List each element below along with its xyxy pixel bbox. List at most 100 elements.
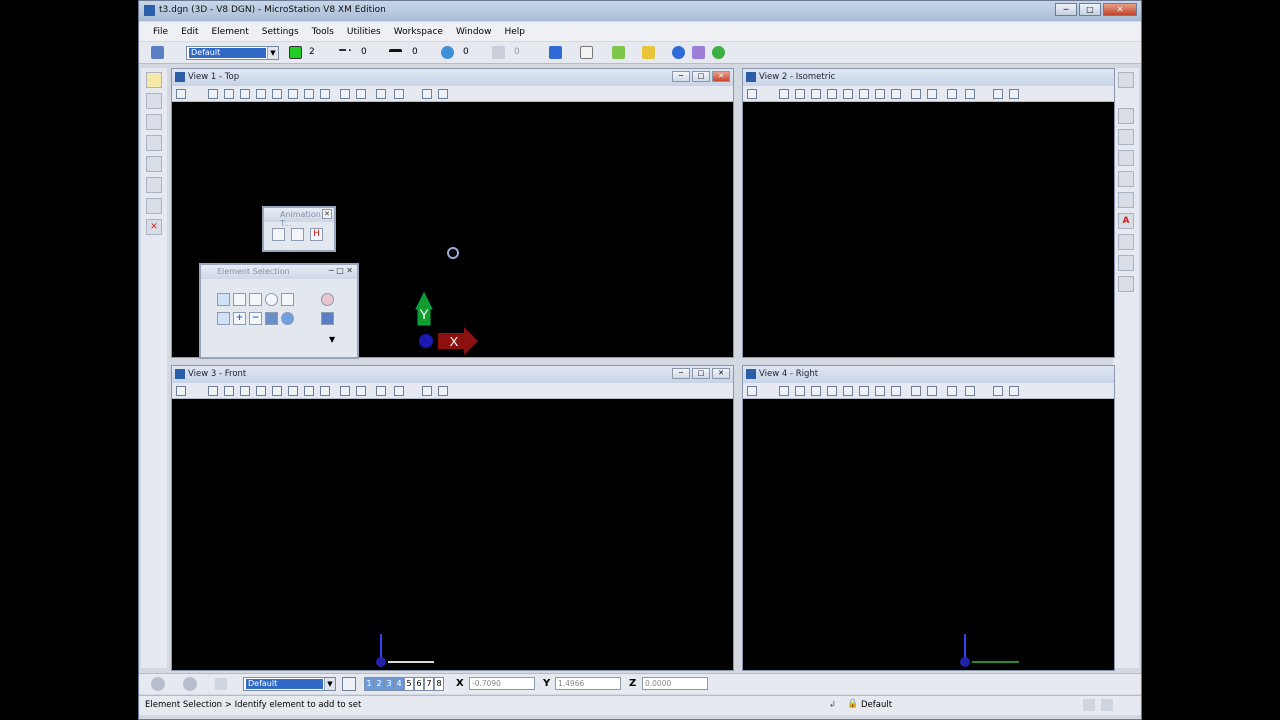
window-area-icon[interactable] <box>827 386 837 396</box>
minimize-button[interactable]: ─ <box>1055 3 1077 16</box>
camera-icon[interactable] <box>993 89 1003 99</box>
clip-volume-icon[interactable] <box>376 386 386 396</box>
dialog-window-controls[interactable]: ─ □ ✕ <box>329 266 353 275</box>
text-tool-icon[interactable]: A <box>1118 213 1134 229</box>
pan-view-icon[interactable] <box>304 386 314 396</box>
animation-record-icon[interactable]: H <box>310 228 323 241</box>
view-toggle-4[interactable]: 4 <box>394 677 404 691</box>
render-icon[interactable] <box>438 89 448 99</box>
view-attributes-icon[interactable] <box>176 386 186 396</box>
design-file-icon[interactable] <box>1083 699 1095 711</box>
render-icon[interactable] <box>1009 386 1019 396</box>
window-area-icon[interactable] <box>256 386 266 396</box>
fence-tool-icon[interactable] <box>146 93 162 109</box>
back-icon[interactable] <box>151 677 165 691</box>
view-2-isometric[interactable]: View 2 - Isometric <box>742 68 1115 358</box>
clip-volume-icon[interactable] <box>376 89 386 99</box>
view-close-button[interactable]: ✕ <box>712 71 730 82</box>
animation-producer-icon[interactable] <box>272 228 285 241</box>
z-coord-input[interactable]: 0.0000 <box>642 677 708 690</box>
clear-selection-icon[interactable] <box>321 293 334 306</box>
zoom-out-icon[interactable] <box>811 89 821 99</box>
block-select-icon[interactable] <box>233 293 246 306</box>
camera-icon[interactable] <box>422 386 432 396</box>
transparency-icon[interactable] <box>441 46 454 59</box>
copy-view-icon[interactable] <box>927 89 937 99</box>
x-coord-input[interactable]: -0.7090 <box>469 677 535 690</box>
drawing-task-icon[interactable] <box>1118 129 1134 145</box>
drawing-icon[interactable] <box>215 678 227 690</box>
rotate-view-icon[interactable] <box>859 386 869 396</box>
view-next-icon[interactable] <box>911 89 921 99</box>
view-4-right[interactable]: View 4 - Right <box>742 365 1115 671</box>
view-toggle-5[interactable]: 5 <box>404 677 414 691</box>
view-toggle-6[interactable]: 6 <box>414 677 424 691</box>
display-style-icon[interactable] <box>965 89 975 99</box>
clip-volume-icon[interactable] <box>947 386 957 396</box>
arc-tool-icon[interactable] <box>146 177 162 193</box>
line-select-icon[interactable] <box>281 293 294 306</box>
task-navigation-icon[interactable] <box>1118 72 1134 88</box>
menu-file[interactable]: File <box>153 27 168 37</box>
polygon-tool-icon[interactable] <box>146 135 162 151</box>
view-canvas[interactable] <box>743 103 1114 357</box>
animation-actor-icon[interactable] <box>291 228 304 241</box>
display-style-icon[interactable] <box>394 386 404 396</box>
copy-view-icon[interactable] <box>927 386 937 396</box>
zoom-in-icon[interactable] <box>795 386 805 396</box>
menu-window[interactable]: Window <box>456 27 492 37</box>
level-manager-icon[interactable] <box>151 46 164 59</box>
element-selection-dialog[interactable]: Element Selection ─ □ ✕ + − ▼ <box>199 263 359 359</box>
view-previous-icon[interactable] <box>891 89 901 99</box>
view-minimize-button[interactable]: ─ <box>672 71 690 82</box>
view-next-icon[interactable] <box>340 89 350 99</box>
view-attributes-icon[interactable] <box>747 89 757 99</box>
menu-settings[interactable]: Settings <box>262 27 299 37</box>
fit-view-icon[interactable] <box>272 386 282 396</box>
line-tool-icon[interactable] <box>146 114 162 130</box>
copy-view-icon[interactable] <box>356 89 366 99</box>
view-groups-icon[interactable] <box>342 677 356 691</box>
delete-tool-icon[interactable]: ✕ <box>146 219 162 235</box>
zoom-out-icon[interactable] <box>811 386 821 396</box>
close-button[interactable]: ✕ <box>1103 3 1137 16</box>
priority-icon[interactable] <box>492 46 505 59</box>
document-icon[interactable] <box>580 46 593 59</box>
view-previous-icon[interactable] <box>320 386 330 396</box>
rotate-view-icon[interactable] <box>288 386 298 396</box>
y-coord-input[interactable]: 1.4966 <box>555 677 621 690</box>
select-all-icon[interactable] <box>321 312 334 325</box>
view-minimize-button[interactable]: ─ <box>672 368 690 379</box>
circle-select-icon[interactable] <box>265 293 278 306</box>
dimension-task-icon[interactable] <box>1118 192 1134 208</box>
view-maximize-button[interactable]: □ <box>692 71 710 82</box>
color-swatch-icon[interactable] <box>289 46 302 59</box>
fit-view-icon[interactable] <box>272 89 282 99</box>
zoom-out-icon[interactable] <box>240 386 250 396</box>
view-maximize-button[interactable]: □ <box>692 368 710 379</box>
animation-toolbox[interactable]: Animation T... ✕ H <box>262 206 336 252</box>
new-mode-icon[interactable] <box>217 312 230 325</box>
zoom-out-icon[interactable] <box>240 89 250 99</box>
chevron-down-icon[interactable]: ▼ <box>267 47 278 59</box>
line-style-icon[interactable] <box>338 49 351 57</box>
fit-view-icon[interactable] <box>843 89 853 99</box>
pan-view-icon[interactable] <box>875 386 885 396</box>
fit-view-icon[interactable] <box>843 386 853 396</box>
view-next-icon[interactable] <box>911 386 921 396</box>
status-level-combo[interactable]: Default ▼ <box>243 677 336 691</box>
patterning-task-icon[interactable] <box>1118 255 1134 271</box>
search-icon[interactable] <box>1118 150 1134 166</box>
element-info-icon[interactable] <box>549 46 562 59</box>
display-style-icon[interactable] <box>965 386 975 396</box>
lock-icon[interactable]: 🔒 <box>847 699 858 709</box>
view-toggle-3[interactable]: 3 <box>384 677 394 691</box>
update-view-icon[interactable] <box>779 386 789 396</box>
home-icon[interactable] <box>1101 699 1113 711</box>
menu-help[interactable]: Help <box>504 27 525 37</box>
zoom-in-icon[interactable] <box>795 89 805 99</box>
view-3-front[interactable]: View 3 - Front ─ □ ✕ <box>171 365 734 671</box>
shape-select-icon[interactable] <box>249 293 262 306</box>
line-weight-icon[interactable] <box>389 49 402 57</box>
maximize-button[interactable]: □ <box>1079 3 1101 16</box>
